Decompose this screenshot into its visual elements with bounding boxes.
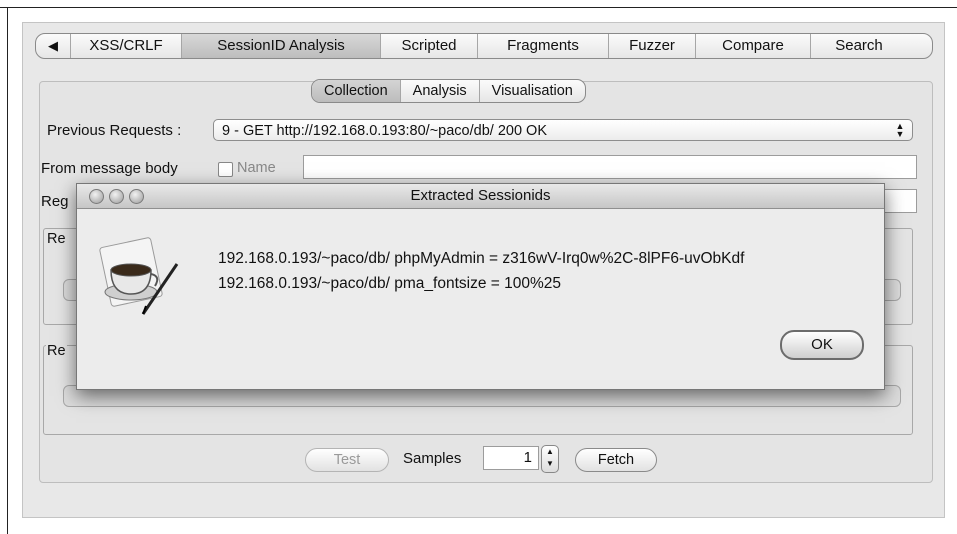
extracted-sessionids-dialog: Extracted Sessionids 192.168.0.193/~paco… [76,183,885,390]
name-input[interactable] [303,155,917,179]
tab-compare[interactable]: Compare [696,34,811,58]
coffee-cup-pen-icon [99,237,179,315]
session-id-line-2: 192.168.0.193/~paco/db/ pma_fontsize = 1… [218,275,561,292]
sub-tab-bar: Collection Analysis Visualisation [311,79,586,103]
tab-analysis[interactable]: Analysis [401,80,480,102]
name-label: Name [237,160,276,176]
dialog-title: Extracted Sessionids [410,187,551,204]
tab-xss-crlf[interactable]: XSS/CRLF [71,34,182,58]
frame-border-top [0,7,957,8]
ok-button[interactable]: OK [780,330,864,360]
previous-requests-value: 9 - GET http://192.168.0.193:80/~paco/db… [222,123,548,139]
tab-sessionid-analysis[interactable]: SessionID Analysis [182,34,381,58]
session-id-line-1: 192.168.0.193/~paco/db/ phpMyAdmin = z31… [218,250,745,267]
tab-collection[interactable]: Collection [312,80,401,102]
group-box-2-title: Re [46,343,67,359]
samples-input[interactable]: 1 [483,446,539,470]
samples-label: Samples [403,450,462,467]
from-message-body-label: From message body [41,160,178,177]
tab-visualisation[interactable]: Visualisation [480,80,585,102]
group-box-1-title: Re [46,231,67,247]
from-message-body-checkbox[interactable] [218,162,233,177]
regex-label: Reg [41,193,69,210]
tab-search[interactable]: Search [811,34,907,58]
previous-requests-label: Previous Requests : [47,122,182,139]
tab-scroll-left-icon[interactable]: ◀ [36,34,71,58]
test-button[interactable]: Test [305,448,389,472]
top-tab-bar: ◀ XSS/CRLF SessionID Analysis Scripted F… [35,33,933,59]
select-arrows-icon: ▲ ▼ [895,121,905,139]
samples-stepper[interactable]: ▲ ▼ [541,445,559,473]
previous-requests-select[interactable]: 9 - GET http://192.168.0.193:80/~paco/db… [213,119,913,141]
tab-scripted[interactable]: Scripted [381,34,478,58]
frame-border-left [7,7,8,534]
fetch-button[interactable]: Fetch [575,448,657,472]
tab-fragments[interactable]: Fragments [478,34,609,58]
dialog-titlebar[interactable]: Extracted Sessionids [77,184,884,209]
tab-fuzzer[interactable]: Fuzzer [609,34,696,58]
